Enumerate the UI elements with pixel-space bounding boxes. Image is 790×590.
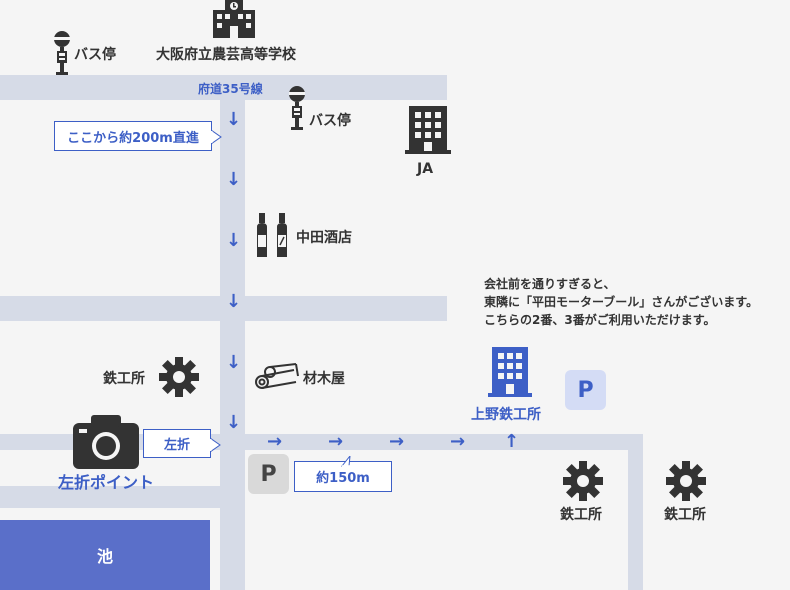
direction-arrow-right: → [450, 431, 466, 452]
straight-callout: ここから約200m直進 [54, 121, 212, 151]
direction-arrow-right: → [328, 431, 344, 452]
company-label: 上野鉄工所 [471, 407, 541, 423]
direction-arrow-right: → [389, 431, 405, 452]
gear-icon [159, 357, 199, 401]
sake-shop-label: 中田酒店 [296, 230, 352, 246]
pond-label: 池 [96, 547, 113, 566]
turn-left-callout: 左折 [143, 429, 211, 458]
direction-arrow-down: ↓ [226, 291, 242, 312]
callout-pointer [340, 452, 352, 471]
direction-arrow-down: ↓ [226, 169, 242, 190]
gear-icon [666, 461, 706, 505]
ironworks-label: 鉄工所 [103, 371, 145, 387]
bus-stop-icon [287, 86, 307, 135]
bus-stop-icon [52, 31, 72, 80]
photo-point-label: 左折ポイント [58, 473, 155, 492]
parking-icon: P [565, 370, 606, 410]
direction-arrow-down: ↓ [226, 109, 242, 130]
company-building-icon [488, 347, 532, 401]
callout-pointer [210, 129, 223, 148]
pond: 池 [0, 520, 210, 590]
note-line-1: 会社前を通りすぎると、 [484, 277, 616, 291]
direction-arrow-up: ↑ [504, 431, 520, 452]
ja-label: JA [417, 161, 434, 177]
ironworks-label: 鉄工所 [664, 507, 706, 523]
road-main-vertical [220, 75, 245, 590]
camera-icon [73, 413, 139, 473]
ironworks-label: 鉄工所 [560, 507, 602, 523]
building-icon [405, 106, 451, 158]
note-line-3: こちらの2番、3番がご利用いただけます。 [484, 313, 716, 327]
gear-icon [563, 461, 603, 505]
logs-icon [254, 362, 300, 394]
parking-icon: P [248, 454, 289, 494]
bus-stop-label: バス停 [309, 113, 351, 129]
note-line-2: 東隣に「平田モーターブール」さんがございます。 [484, 295, 759, 309]
sake-bottles-icon [254, 213, 290, 262]
direction-arrow-down: ↓ [226, 412, 242, 433]
lumber-label: 材木屋 [303, 371, 345, 387]
school-icon [211, 0, 257, 42]
direction-arrow-down: ↓ [226, 230, 242, 251]
direction-arrow-down: ↓ [226, 352, 242, 373]
road-right-vertical [628, 434, 643, 590]
callout-pointer [209, 437, 222, 456]
road-label-route35: 府道35号線 [198, 82, 263, 96]
bus-stop-label: バス停 [74, 47, 116, 63]
direction-arrow-right: → [267, 431, 283, 452]
school-label: 大阪府立農芸高等学校 [156, 47, 296, 63]
